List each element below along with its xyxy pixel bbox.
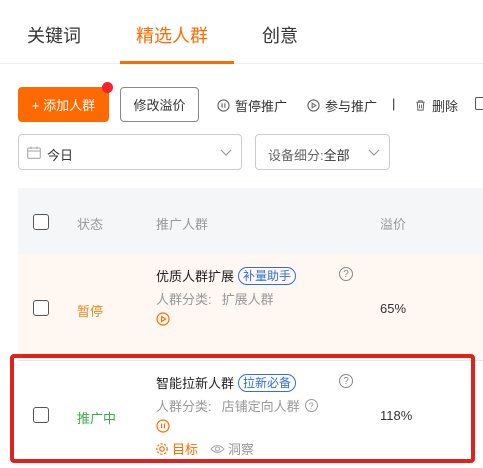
delete-label: 删除 <box>432 99 459 114</box>
eye-icon <box>210 444 225 453</box>
header-status: 状态 <box>77 217 104 232</box>
pause-circle-icon <box>217 99 230 112</box>
insight-label: 洞察 <box>228 442 255 457</box>
tab-keywords[interactable]: 关键词 <box>27 22 81 48</box>
insight-link[interactable]: 洞察 <box>210 439 254 458</box>
notification-dot <box>102 82 113 93</box>
premium-value: 118% <box>380 408 413 423</box>
crowd-name: 优质人群扩展 补量助手 <box>156 266 297 285</box>
crowd-category-value: 扩展人群 <box>221 292 274 307</box>
table-row: 暂停 优质人群扩展 补量助手 ? 人群分类: 扩展人群 65% <box>18 254 483 361</box>
help-icon[interactable]: ? <box>339 267 353 281</box>
device-select-value: 全部 <box>323 148 350 163</box>
crowd-name-text: 优质人群扩展 <box>156 269 235 284</box>
device-select-text: 设备细分:全部 <box>268 145 350 164</box>
gear-icon <box>156 442 168 455</box>
active-tab-indicator <box>120 61 234 64</box>
crowd-category-label: 人群分类: <box>156 399 212 414</box>
status-text: 推广中 <box>77 411 117 426</box>
header-premium: 溢价 <box>380 217 407 232</box>
crowd-category-label: 人群分类: <box>156 292 212 307</box>
crowd-badge: 拉新必备 <box>238 373 297 392</box>
crowd-badge: 补量助手 <box>238 266 297 285</box>
crowd-name-text: 智能拉新人群 <box>156 376 235 391</box>
play-circle-icon <box>307 99 320 112</box>
add-crowd-label: + 添加人群 <box>31 98 96 113</box>
tab-bar: 关键词 精选人群 创意 <box>0 0 483 64</box>
device-select[interactable]: 设备细分:全部 <box>255 134 390 170</box>
premium-value: 65% <box>380 301 407 316</box>
table-header: 状态 推广人群 溢价 <box>18 188 483 254</box>
edit-premium-button[interactable]: 修改溢价 <box>120 87 199 122</box>
crowd-name: 智能拉新人群 拉新必备 <box>156 373 297 392</box>
table-row: 推广中 智能拉新人群 拉新必备 ? 人群分类: 店铺定向人群 ? 目标 洞察 1… <box>18 361 483 467</box>
copy-icon[interactable] <box>475 97 483 110</box>
tab-creative[interactable]: 创意 <box>262 22 298 48</box>
crowd-category-value: 店铺定向人群 <box>221 399 300 414</box>
toolbar-separator: | <box>392 96 396 111</box>
toolbar: + 添加人群 修改溢价 暂停推广 参与推广 | 删除 <box>0 82 483 124</box>
date-select-value: 今日 <box>47 148 74 163</box>
status-text: 暂停 <box>77 304 104 319</box>
add-crowd-button[interactable]: + 添加人群 <box>18 87 109 122</box>
pause-promotion-label: 暂停推广 <box>235 99 288 114</box>
chevron-down-icon <box>368 149 380 156</box>
target-link[interactable]: 目标 <box>155 439 198 458</box>
row-checkbox[interactable] <box>33 300 49 316</box>
tab-selected-crowds[interactable]: 精选人群 <box>136 22 208 48</box>
crowd-category: 人群分类: 店铺定向人群 ? <box>156 396 318 415</box>
header-crowd: 推广人群 <box>156 217 209 232</box>
join-promotion-label: 参与推广 <box>325 99 378 114</box>
calendar-icon <box>27 146 41 159</box>
row-checkbox[interactable] <box>33 407 49 423</box>
help-icon[interactable]: ? <box>304 399 318 412</box>
select-all-checkbox[interactable] <box>33 214 49 230</box>
pause-circle-icon[interactable] <box>156 419 170 433</box>
target-label: 目标 <box>172 442 199 457</box>
help-icon[interactable]: ? <box>339 374 353 388</box>
pause-promotion-button[interactable]: 暂停推广 <box>217 96 287 115</box>
device-select-label: 设备细分: <box>268 148 324 163</box>
chevron-down-icon <box>220 149 232 156</box>
play-circle-icon[interactable] <box>156 312 170 326</box>
join-promotion-button[interactable]: 参与推广 <box>307 96 377 115</box>
date-select[interactable]: 今日 <box>18 134 242 170</box>
edit-premium-label: 修改溢价 <box>133 98 186 113</box>
delete-button[interactable]: 删除 <box>414 96 458 115</box>
trash-icon <box>416 100 425 111</box>
crowd-category: 人群分类: 扩展人群 <box>156 289 274 308</box>
